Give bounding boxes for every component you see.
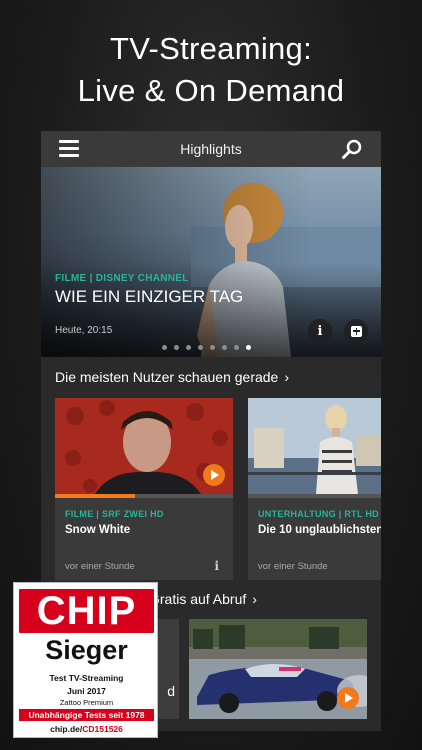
- award-test-name: Test TV-Streaming: [49, 673, 124, 683]
- award-url-prefix: chip.de/: [50, 724, 83, 734]
- hero-carousel[interactable]: FILME | DISNEY CHANNEL WIE EIN EINZIGER …: [41, 167, 381, 357]
- carousel-dot[interactable]: [210, 345, 215, 350]
- card-genre: FILME | SRF ZWEI HD: [65, 509, 164, 519]
- watch-progress-bar: [248, 494, 381, 498]
- carousel-dot[interactable]: [186, 345, 191, 350]
- promo-headline: TV-Streaming: Live & On Demand: [0, 28, 422, 112]
- carousel-dot[interactable]: [174, 345, 179, 350]
- hamburger-menu-icon[interactable]: [59, 140, 79, 158]
- carousel-dot[interactable]: [198, 345, 203, 350]
- card-title: Snow White: [65, 524, 131, 536]
- award-url: chip.de/CD151526: [14, 724, 159, 734]
- chip-logo: CHIP: [19, 589, 154, 633]
- content-card[interactable]: [189, 619, 367, 719]
- award-title: Sieger: [45, 635, 128, 665]
- carousel-dot[interactable]: [162, 345, 167, 350]
- content-card[interactable]: UNTERHALTUNG | RTL HD Die 10 unglaublich…: [248, 398, 381, 580]
- card-title-partial: d: [167, 683, 175, 699]
- card-image: [248, 398, 381, 494]
- award-product: Zattoo Premium: [59, 698, 114, 707]
- hero-genre: FILME | DISNEY CHANNEL: [55, 273, 189, 284]
- carousel-pager[interactable]: [162, 345, 251, 350]
- card-thumbnail: [55, 398, 233, 494]
- add-to-list-icon[interactable]: [344, 319, 368, 343]
- chevron-right-icon: ›: [252, 591, 257, 607]
- chevron-right-icon: ›: [284, 369, 290, 385]
- hero-airtime: Heute, 20:15: [55, 325, 113, 336]
- section-popular-header[interactable]: Die meisten Nutzer schauen gerade ›: [55, 369, 289, 385]
- award-date: Juni 2017: [67, 686, 106, 696]
- promo-line-2: Live & On Demand: [77, 73, 345, 108]
- chip-logo-text: CHIP: [36, 589, 137, 633]
- carousel-dot[interactable]: [246, 345, 251, 350]
- play-button[interactable]: [337, 687, 359, 709]
- card-genre: UNTERHALTUNG | RTL HD: [258, 509, 379, 519]
- watch-progress-bar: [55, 494, 233, 498]
- play-button[interactable]: [203, 464, 225, 486]
- card-title: Die 10 unglaublichsten: [258, 524, 381, 536]
- carousel-dot[interactable]: [222, 345, 227, 350]
- info-icon[interactable]: i: [214, 559, 219, 573]
- card-time: vor einer Stunde: [65, 561, 135, 572]
- carousel-dot[interactable]: [234, 345, 239, 350]
- top-bar: Highlights: [41, 131, 381, 167]
- info-icon[interactable]: i: [308, 319, 332, 343]
- promo-line-1: TV-Streaming:: [109, 31, 313, 66]
- card-thumbnail: [248, 398, 381, 494]
- search-icon[interactable]: [341, 138, 363, 160]
- section-ondemand-title: Gratis auf Abruf: [149, 591, 247, 607]
- content-card[interactable]: FILME | SRF ZWEI HD Snow White vor einer…: [55, 398, 233, 580]
- chip-award-badge: CHIP Sieger Test TV-Streaming Juni 2017 …: [13, 582, 158, 738]
- section-ondemand-header[interactable]: Gratis auf Abruf ›: [149, 591, 257, 607]
- section-popular-title: Die meisten Nutzer schauen gerade: [55, 369, 279, 385]
- award-banner: Unabhängige Tests seit 1978: [19, 709, 154, 721]
- page-title: Highlights: [180, 141, 242, 157]
- award-url-code: CD151526: [82, 724, 123, 734]
- hero-title[interactable]: WIE EIN EINZIGER TAG: [55, 287, 243, 307]
- card-time: vor einer Stunde: [258, 561, 328, 572]
